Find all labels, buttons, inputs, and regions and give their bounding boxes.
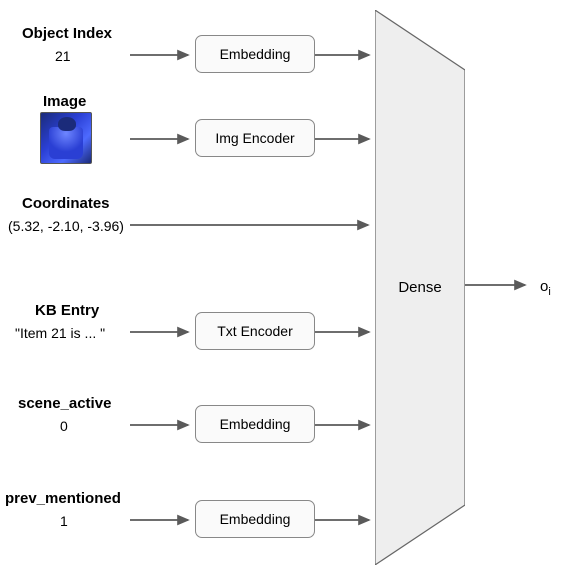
encoder-image: Img Encoder — [195, 119, 315, 157]
label-scene-active: scene_active — [18, 395, 111, 412]
arrow-image-to-enc — [130, 132, 200, 152]
arrow-scene-to-enc — [130, 418, 200, 438]
label-kb-entry: KB Entry — [35, 302, 99, 319]
value-scene-active: 0 — [60, 418, 68, 434]
encoder-kb-entry: Txt Encoder — [195, 312, 315, 350]
arrow-enc-to-dense-0 — [315, 48, 385, 68]
encoder-object-index: Embedding — [195, 35, 315, 73]
arrow-enc-to-dense-3 — [315, 325, 385, 345]
encoder-scene-active: Embedding — [195, 405, 315, 443]
arrow-coordinates-to-dense — [130, 218, 380, 238]
arrow-object-index-to-enc — [130, 48, 200, 68]
output-label: oi — [540, 278, 551, 298]
encoder-prev-mentioned: Embedding — [195, 500, 315, 538]
label-coordinates: Coordinates — [22, 195, 110, 212]
arrow-kb-to-enc — [130, 325, 200, 345]
value-prev-mentioned: 1 — [60, 513, 68, 529]
arrow-prev-to-enc — [130, 513, 200, 533]
arrow-enc-to-dense-5 — [315, 513, 385, 533]
value-object-index: 21 — [55, 48, 71, 64]
output-sub: i — [548, 286, 550, 298]
value-coordinates: (5.32, -2.10, -3.96) — [8, 218, 124, 234]
arrow-enc-to-dense-1 — [315, 132, 385, 152]
arrow-dense-to-output — [465, 278, 535, 298]
label-object-index: Object Index — [22, 25, 112, 42]
dense-block-shape — [375, 10, 465, 565]
value-kb-entry: "Item 21 is ... " — [15, 325, 105, 341]
image-thumbnail — [40, 112, 92, 164]
label-prev-mentioned: prev_mentioned — [5, 490, 121, 507]
arrow-enc-to-dense-4 — [315, 418, 385, 438]
label-image: Image — [43, 93, 86, 110]
